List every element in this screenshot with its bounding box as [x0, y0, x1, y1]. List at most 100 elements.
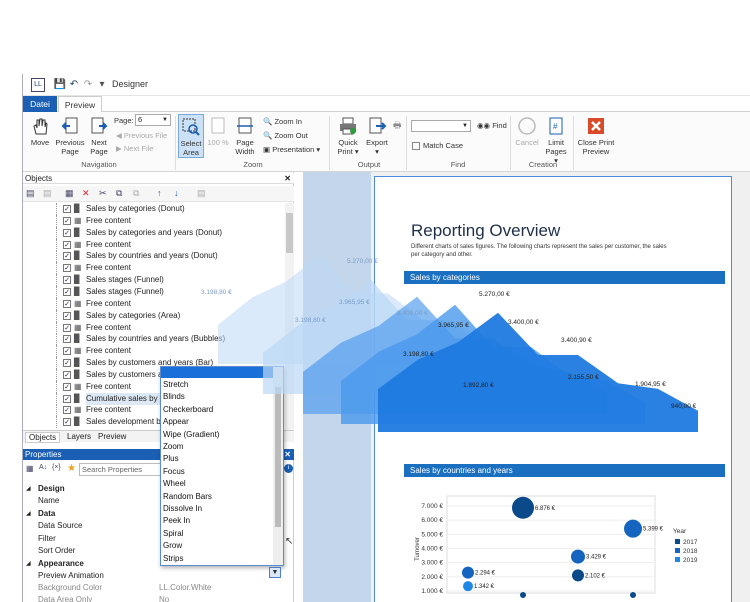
visibility-checkbox[interactable]: ✓: [63, 359, 71, 368]
property-row[interactable]: Name: [23, 495, 294, 507]
redo-icon[interactable]: ↷: [81, 78, 95, 92]
tree-item[interactable]: ✓ ▉ Sales by categories (Area): [23, 309, 285, 322]
zoom-out-button[interactable]: 🔍 Zoom Out: [263, 131, 308, 140]
tab-layers[interactable]: Layers: [67, 432, 91, 441]
page-width-button[interactable]: Page Width: [231, 116, 259, 156]
visibility-checkbox[interactable]: ✓: [63, 347, 71, 356]
dropdown-option[interactable]: Focus: [163, 466, 273, 478]
move-down-icon[interactable]: ↓: [174, 188, 179, 198]
visibility-checkbox[interactable]: ✓: [63, 252, 71, 261]
visibility-checkbox[interactable]: ✓: [63, 382, 71, 391]
favorites-star-icon[interactable]: ★: [67, 463, 76, 474]
tree-item[interactable]: ✓ ▦ Free content: [23, 297, 285, 310]
visibility-checkbox[interactable]: ✓: [63, 335, 71, 344]
visibility-checkbox[interactable]: ✓: [63, 394, 71, 403]
tab-preview[interactable]: Preview: [58, 96, 102, 112]
layout-icon[interactable]: ▤: [197, 188, 206, 199]
close-print-preview-button[interactable]: Close Print Preview: [576, 116, 616, 156]
property-row[interactable]: Filter: [23, 533, 294, 545]
find-input[interactable]: ▼: [411, 120, 471, 132]
page-number-field[interactable]: 6 ▼: [135, 114, 171, 126]
presentation-button[interactable]: ▣ Presentation ▾: [263, 145, 320, 154]
property-row[interactable]: Data Area Only No: [23, 594, 294, 602]
delete-icon[interactable]: ✕: [82, 188, 90, 199]
next-page-button[interactable]: Next Page: [86, 116, 112, 156]
property-row[interactable]: Background Color LL.Color.White: [23, 582, 294, 594]
visibility-checkbox[interactable]: ✓: [63, 323, 71, 332]
dropdown-option[interactable]: Plus: [163, 453, 273, 465]
visibility-checkbox[interactable]: ✓: [63, 370, 71, 379]
property-row[interactable]: Preview Animation: [23, 570, 294, 582]
properties-icon[interactable]: ▦: [65, 188, 74, 199]
tree-item[interactable]: ✓ ▦ Free content: [23, 262, 285, 275]
visibility-checkbox[interactable]: ✓: [63, 418, 71, 427]
paste-icon[interactable]: ⧉: [133, 188, 139, 199]
tree-item[interactable]: ✓ ▦ Free content: [23, 238, 285, 251]
info-icon[interactable]: i: [284, 464, 293, 473]
tree-item[interactable]: ✓ ▦ Free content: [23, 345, 285, 358]
visibility-checkbox[interactable]: ✓: [63, 311, 71, 320]
scrollbar-thumb[interactable]: [286, 213, 293, 253]
objects-scrollbar[interactable]: [285, 203, 294, 431]
zoom-100-button[interactable]: 100 %: [207, 116, 229, 147]
tab-preview-pane[interactable]: Preview: [98, 432, 126, 441]
visibility-checkbox[interactable]: ✓: [63, 276, 71, 285]
tree-item[interactable]: ✓ ▉ Sales by countries and years (Bubbles): [23, 333, 285, 346]
visibility-checkbox[interactable]: ✓: [63, 205, 71, 213]
limit-pages-button[interactable]: # Limit Pages ▾: [543, 116, 569, 165]
visibility-checkbox[interactable]: ✓: [63, 228, 71, 237]
cancel-button[interactable]: Cancel: [513, 116, 541, 147]
close-icon[interactable]: ✕: [284, 173, 291, 184]
undo-icon[interactable]: ↶: [67, 78, 81, 92]
save-icon[interactable]: 💾: [53, 78, 67, 92]
visibility-checkbox[interactable]: ✓: [63, 287, 71, 296]
customize-toolbar-icon[interactable]: ▾: [95, 78, 109, 92]
print-icon[interactable]: 🖶: [393, 118, 402, 134]
insert-icon[interactable]: ▤: [26, 188, 35, 199]
match-case-checkbox[interactable]: Match Case: [412, 141, 463, 151]
collapse-icon[interactable]: ◢: [26, 508, 31, 520]
dropdown-option[interactable]: Blinds: [163, 391, 273, 403]
dropdown-option[interactable]: Stretch: [163, 379, 273, 391]
tree-item[interactable]: ✓ ▉ Sales by countries and years (Donut): [23, 250, 285, 263]
collapse-icon[interactable]: ◢: [26, 558, 31, 570]
dropdown-option[interactable]: Checkerboard: [163, 404, 273, 416]
visibility-checkbox[interactable]: ✓: [63, 240, 71, 249]
categorized-icon[interactable]: ▦: [26, 464, 34, 473]
visibility-checkbox[interactable]: ✓: [63, 216, 71, 225]
previous-file-button[interactable]: ◀ Previous File: [116, 131, 167, 140]
property-row[interactable]: Sort Order: [23, 545, 294, 557]
zoom-in-button[interactable]: 🔍 Zoom In: [263, 117, 302, 126]
collapse-icon[interactable]: ◢: [26, 483, 31, 495]
cut-icon[interactable]: ✂: [99, 188, 107, 199]
dropdown-selected-item[interactable]: [161, 367, 273, 378]
move-up-icon[interactable]: ↑: [157, 188, 162, 198]
move-button[interactable]: Move: [27, 116, 53, 147]
formula-icon[interactable]: {×}: [52, 464, 61, 471]
quick-print-button[interactable]: Quick Print ▾: [333, 116, 363, 156]
insert-child-icon[interactable]: ▤: [43, 188, 52, 199]
tree-item[interactable]: ✓ ▦ Free content: [23, 321, 285, 334]
tree-item[interactable]: ✓ ▦ Free content: [23, 214, 285, 227]
dropdown-option[interactable]: Zoom: [163, 441, 273, 453]
next-file-button[interactable]: ▶ Next File: [116, 144, 153, 153]
close-icon[interactable]: ✕: [284, 449, 291, 460]
dropdown-option[interactable]: Wipe (Gradient): [163, 429, 273, 441]
visibility-checkbox[interactable]: ✓: [63, 264, 71, 273]
tree-item[interactable]: ✓ ▉ Sales stages (Funnel): [23, 285, 285, 298]
previous-page-button[interactable]: Previous Page: [55, 116, 85, 156]
select-area-button[interactable]: Select Area: [178, 114, 204, 158]
property-category[interactable]: ◢ Data: [23, 508, 294, 520]
tree-item[interactable]: ✓ ▉ Sales stages (Funnel): [23, 274, 285, 287]
dropdown-option[interactable]: Appear: [163, 416, 273, 428]
sort-alpha-icon[interactable]: A↓: [39, 464, 47, 471]
tab-datei[interactable]: Datei: [23, 96, 57, 112]
tab-objects[interactable]: Objects: [25, 432, 61, 443]
property-row[interactable]: Data Source: [23, 520, 294, 532]
visibility-checkbox[interactable]: ✓: [63, 406, 71, 415]
tree-item[interactable]: ✓ ▉ Sales by categories (Donut): [23, 203, 285, 215]
property-category[interactable]: ◢ Appearance: [23, 558, 294, 570]
tree-item[interactable]: ✓ ▉ Sales by categories and years (Donut): [23, 226, 285, 239]
property-category[interactable]: ◢ Design: [23, 483, 294, 495]
find-button[interactable]: ◉◉ Find: [477, 121, 507, 130]
